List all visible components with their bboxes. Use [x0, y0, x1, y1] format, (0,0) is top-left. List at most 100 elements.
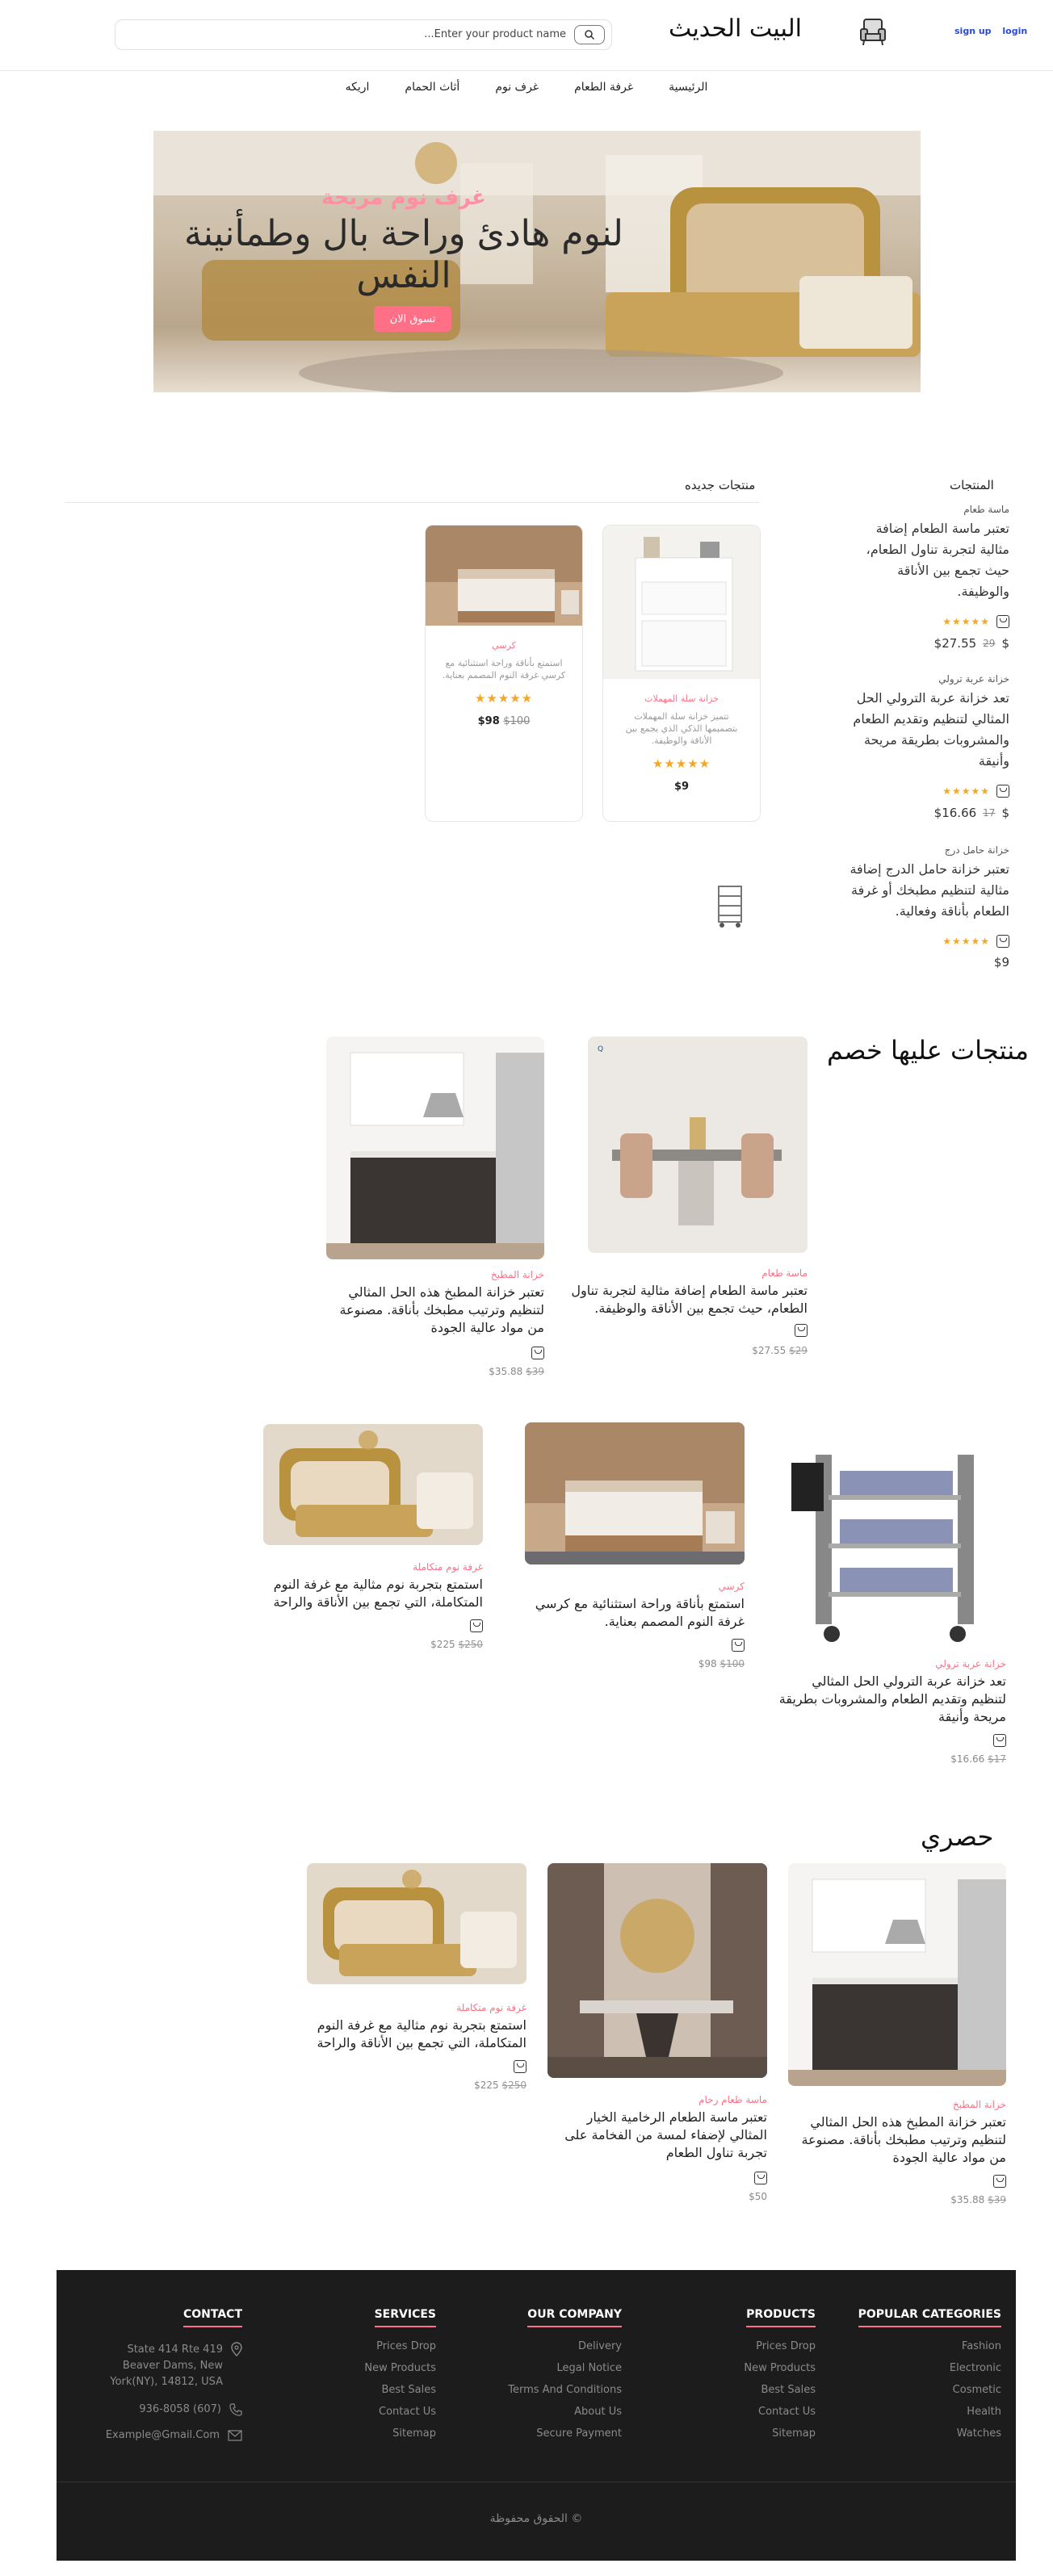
nav-item-home[interactable]: الرئيسية [669, 81, 707, 105]
shopping-bag-icon[interactable] [754, 2172, 767, 2184]
hero-subtitle: غرف نوم مريحة [321, 186, 486, 210]
old-price: $17 [988, 1753, 1006, 1765]
footer-link[interactable]: Terms And Conditions [485, 2379, 622, 2401]
product-description: استمتع بأناقة وراحة استثنائية مع كرسي غر… [535, 1596, 745, 1629]
product-card[interactable]: غرفة نوم متكاملة استمتع بتجربة نوم مثالي… [307, 1863, 526, 2091]
product-card[interactable]: Q ماسة طعام تعتبر ماسة الطعام إضافة مثال… [570, 1037, 808, 1356]
nav-item-bathroom[interactable]: أثاث الحمام [405, 81, 459, 105]
product-card[interactable]: غرفة نوم متكاملة استمتع بتجربة نوم مثالي… [263, 1424, 483, 1650]
search-input[interactable]: Enter your product name... [424, 28, 566, 40]
product-image[interactable]: Q [588, 1037, 808, 1253]
nav-item-bedrooms[interactable]: غرف نوم [495, 81, 539, 105]
footer-link[interactable]: Best Sales [678, 2379, 816, 2401]
footer-link[interactable]: Fashion [845, 2335, 1001, 2357]
list-item[interactable]: خزانة عربة ترولي تعد خزانة عربة الترولي … [703, 673, 1009, 820]
brand-name[interactable]: البيت الحديث [669, 15, 802, 43]
list-item[interactable]: ماسة طعام تعتبر ماسة الطعام إضافة مثالية… [703, 504, 1009, 651]
footer-heading: SERVICES [374, 2308, 436, 2327]
shopping-bag-icon[interactable] [795, 1324, 808, 1337]
product-image[interactable] [788, 1863, 1006, 2086]
site-footer: CONTACT State 414 Rte 419 Beaver Dams, N… [57, 2270, 1016, 2561]
login-link[interactable]: login [1002, 26, 1027, 36]
shopping-bag-icon[interactable] [531, 1347, 544, 1359]
search-bar[interactable]: Enter your product name... [115, 19, 612, 50]
footer-link[interactable]: Prices Drop [299, 2335, 436, 2357]
product-category: غرفة نوم متكاملة [413, 1561, 483, 1573]
footer-link[interactable]: Delivery [485, 2335, 622, 2357]
old-price: 29 [983, 638, 996, 649]
footer-link[interactable]: Sitemap [299, 2423, 436, 2444]
product-description: تعتبر خزانة حامل الدرج إضافة مثالية لتنظ… [850, 861, 1009, 919]
footer-link[interactable]: Health [845, 2401, 1001, 2423]
product-category: خزانة حامل درج [944, 844, 1009, 856]
armchair-logo-icon[interactable] [856, 15, 890, 48]
shopping-bag-icon[interactable] [996, 935, 1009, 948]
new-products-title: منتجات جديده [685, 478, 756, 492]
product-image[interactable] [783, 1422, 1006, 1645]
footer-link[interactable]: New Products [299, 2357, 436, 2379]
footer-link[interactable]: Watches [845, 2423, 1001, 2444]
footer-link[interactable]: New Products [678, 2357, 816, 2379]
price: $27.55 [933, 636, 977, 651]
currency: $ [1001, 806, 1009, 820]
old-price: $100 [503, 715, 531, 727]
product-card[interactable]: خزانة المطبخ تعتبر خزانة المطبخ هذه الحل… [320, 1037, 544, 1377]
signup-link[interactable]: sign up [954, 26, 992, 36]
rating-stars: ★★★★★ [474, 691, 534, 706]
price: $35.88 [489, 1366, 523, 1377]
products-sidebar-title: المنتجات [950, 478, 994, 492]
product-image[interactable] [525, 1422, 745, 1564]
product-card[interactable]: كرسي استمتع بأناقة وراحة استثنائية مع كر… [512, 1422, 745, 1669]
product-image[interactable] [263, 1424, 483, 1545]
product-category: ماسة طعام [761, 1267, 808, 1279]
product-category: غرفة نوم متكاملة [456, 2002, 526, 2013]
phone-number[interactable]: 936-8058 (607) [139, 2402, 221, 2418]
footer-heading: OUR COMPANY [527, 2308, 622, 2327]
footer-link[interactable]: Electronic [845, 2357, 1001, 2379]
footer-link[interactable]: Legal Notice [485, 2357, 622, 2379]
nav-item-sofa[interactable]: اريكه [346, 81, 370, 105]
price: $35.88 [950, 2194, 985, 2205]
product-card[interactable]: ماسة طعام رخام تعتبر ماسة الطعام الرخامي… [547, 1863, 767, 2202]
divider [65, 502, 759, 503]
product-description: تعتبر ماسة الطعام الرخامية الخيار المثال… [564, 2109, 767, 2160]
search-button[interactable] [574, 25, 605, 44]
main-nav: الرئيسية غرفة الطعام غرف نوم أثاث الحمام… [0, 81, 1053, 105]
footer-link[interactable]: Secure Payment [485, 2423, 622, 2444]
email-address[interactable]: Example@Gmail.Com [106, 2427, 220, 2444]
footer-link[interactable]: Prices Drop [678, 2335, 816, 2357]
shopping-bag-icon[interactable] [996, 615, 1009, 628]
product-card[interactable]: خزانة المطبخ تعتبر خزانة المطبخ هذه الحل… [788, 1863, 1006, 2205]
product-image[interactable] [307, 1863, 526, 1984]
shopping-bag-icon[interactable] [470, 1619, 483, 1632]
price: $225 [430, 1639, 455, 1650]
product-description: استمتع بأناقة وراحة استثنائية مع كرسي غر… [442, 658, 566, 681]
footer-link[interactable]: About Us [485, 2401, 622, 2423]
product-card[interactable]: خزانة عربة ترولي تعد خزانة عربة الترولي … [775, 1422, 1006, 1765]
shopping-bag-icon[interactable] [996, 785, 1009, 798]
footer-link[interactable]: Sitemap [678, 2423, 816, 2444]
product-description: تعتبر ماسة الطعام إضافة مثالية لتجربة تن… [866, 521, 1009, 599]
footer-link[interactable]: Best Sales [299, 2379, 436, 2401]
footer-products: PRODUCTS Prices Drop New Products Best S… [678, 2306, 816, 2444]
shopping-bag-icon[interactable] [993, 1734, 1006, 1747]
address-line: State 414 Rte 419 [127, 2344, 223, 2356]
rating-stars: ★★★★★ [652, 756, 711, 771]
product-image[interactable] [547, 1863, 767, 2078]
product-category: خزانة سلة المهملات [644, 693, 719, 704]
product-image[interactable] [326, 1037, 544, 1259]
shopping-bag-icon[interactable] [732, 1639, 745, 1652]
shopping-bag-icon[interactable] [993, 2175, 1006, 2188]
footer-link[interactable]: Cosmetic [845, 2379, 1001, 2401]
shopping-bag-icon[interactable] [514, 2060, 526, 2073]
old-price: $100 [719, 1658, 745, 1669]
footer-company: OUR COMPANY Delivery Legal Notice Terms … [485, 2306, 622, 2444]
product-card[interactable]: خزانة سلة المهملات تتميز خزانة سلة المهم… [602, 525, 761, 822]
product-thumbnail[interactable] [703, 878, 757, 933]
footer-link[interactable]: Contact Us [299, 2401, 436, 2423]
list-item[interactable]: خزانة حامل درج تعتبر خزانة حامل الدرج إض… [703, 844, 1009, 970]
shop-now-button[interactable]: تسوق الان [374, 306, 451, 332]
nav-item-dining[interactable]: غرفة الطعام [574, 81, 633, 105]
product-card[interactable]: كرسي استمتع بأناقة وراحة استثنائية مع كر… [425, 525, 583, 822]
footer-link[interactable]: Contact Us [678, 2401, 816, 2423]
